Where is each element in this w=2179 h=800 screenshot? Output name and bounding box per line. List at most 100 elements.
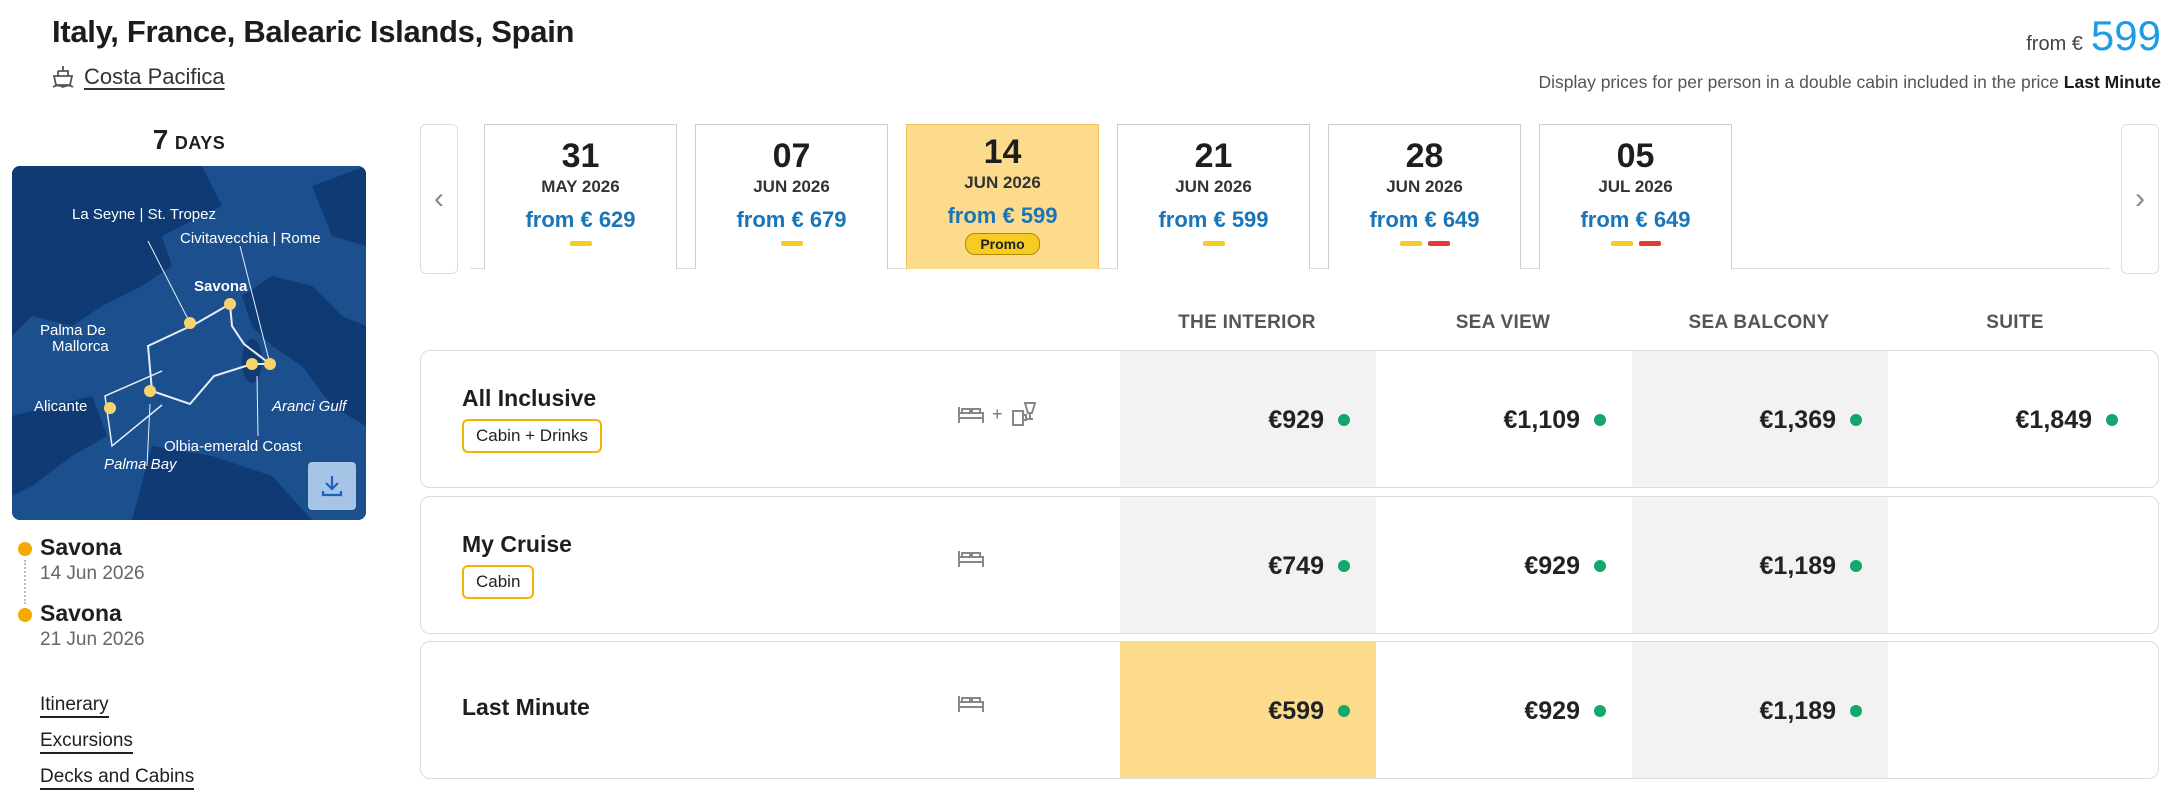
fare-badge: Cabin: [462, 565, 535, 599]
fare-row-my-cruise: My Cruise Cabin €749 €929 €1,189: [420, 496, 2159, 634]
date-card-05-jul[interactable]: 05 JUL 2026 from € 649: [1539, 124, 1732, 269]
available-dot-icon: [1338, 705, 1350, 717]
next-dates-button[interactable]: ›: [2121, 124, 2159, 274]
available-dot-icon: [1338, 414, 1350, 426]
fare-row-all-inclusive: All Inclusive Cabin + Drinks + €929 €1,1…: [420, 350, 2159, 488]
date-price: from € 649: [1369, 207, 1480, 232]
fare-name: My Cruise: [462, 531, 572, 557]
plus-sign: +: [992, 403, 1003, 424]
fare-name: Last Minute: [462, 694, 590, 720]
date-card-21-jun[interactable]: 21 JUN 2026 from € 599: [1117, 124, 1310, 269]
availability-bars: [1329, 241, 1520, 246]
itinerary-link[interactable]: Itinerary: [40, 694, 109, 718]
price-from-label: from €: [2026, 33, 2083, 55]
map-label-la-seyne: La Seyne | St. Tropez: [72, 206, 216, 223]
date-month: JUN 2026: [753, 177, 830, 196]
price-value: €1,109: [1503, 405, 1580, 434]
price-note: Display prices for per person in a doubl…: [1538, 72, 2161, 93]
price-from: from € 599: [2026, 12, 2161, 60]
port-dot-icon: [18, 542, 32, 556]
price-cell-suite: [1888, 642, 2144, 778]
promo-badge: Promo: [965, 233, 1040, 255]
date-month: JUL 2026: [1598, 177, 1673, 196]
chevron-left-icon: ‹: [434, 182, 444, 215]
availability-bar-yellow: [1610, 241, 1633, 246]
map-label-aranci-gulf: Aranci Gulf: [272, 398, 347, 415]
fare-icons: [956, 545, 986, 571]
date-month: JUN 2026: [1386, 177, 1463, 196]
price-cell-suite: [1888, 497, 2144, 633]
stop-date: 14 Jun 2026: [40, 563, 145, 584]
price-cell-suite[interactable]: €1,849: [1888, 351, 2144, 487]
date-day: 07: [772, 137, 811, 175]
date-price: from € 599: [1158, 207, 1269, 232]
map-download-button[interactable]: [308, 462, 356, 510]
itinerary-map[interactable]: La Seyne | St. Tropez Civitavecchia | Ro…: [12, 166, 366, 520]
price-value: €1,369: [1759, 405, 1836, 434]
col-header-suite: SUITE: [1986, 312, 2044, 333]
date-day: 21: [1194, 137, 1233, 175]
col-header-sea-balcony: SEA BALCONY: [1688, 312, 1830, 333]
drinks-icon: [1011, 402, 1036, 426]
bed-icon: [958, 407, 984, 423]
map-label-palma-bay: Palma Bay: [104, 456, 177, 473]
date-day: 28: [1405, 137, 1444, 175]
map-label-alicante: Alicante: [34, 398, 88, 415]
price-cell-sea-view[interactable]: €929: [1376, 497, 1632, 633]
price-from-value: 599: [2090, 12, 2161, 59]
date-card-31-may[interactable]: 31 MAY 2026 from € 629: [484, 124, 677, 269]
price-cell-sea-balcony[interactable]: €1,189: [1632, 497, 1888, 633]
ship-name[interactable]: Costa Pacifica: [84, 64, 225, 90]
stop-departure: Savona 14 Jun 2026: [18, 534, 145, 604]
available-dot-icon: [1594, 414, 1606, 426]
price-cell-sea-balcony[interactable]: €1,189: [1632, 642, 1888, 778]
availability-bars: [696, 241, 887, 246]
duration: 7 DAYS: [12, 124, 366, 156]
available-dot-icon: [1850, 705, 1862, 717]
date-card-07-jun[interactable]: 07 JUN 2026 from € 679: [695, 124, 888, 269]
date-month: JUN 2026: [964, 173, 1041, 192]
col-header-interior: THE INTERIOR: [1178, 312, 1316, 333]
cruise-links: Itinerary Excursions Decks and Cabins: [40, 694, 195, 800]
availability-bar-red: [1427, 241, 1450, 246]
price-cell-interior[interactable]: €749: [1120, 497, 1376, 633]
map-label-palma-de: Palma De: [40, 322, 106, 339]
stop-arrival: Savona 21 Jun 2026: [18, 600, 145, 666]
availability-bar-yellow: [1202, 241, 1225, 246]
availability-bars: [1118, 241, 1309, 246]
cruise-title: Italy, France, Balearic Islands, Spain: [52, 14, 575, 49]
days-label: DAYS: [174, 133, 226, 153]
available-dot-icon: [1594, 705, 1606, 717]
date-day: 31: [561, 137, 600, 175]
ship-link[interactable]: Costa Pacifica: [52, 64, 225, 90]
price-cell-sea-view[interactable]: €929: [1376, 642, 1632, 778]
available-dot-icon: [1850, 560, 1862, 572]
fare-row-last-minute: Last Minute €599 €929 €1,189: [420, 641, 2159, 779]
excursions-link[interactable]: Excursions: [40, 730, 133, 754]
chevron-right-icon: ›: [2135, 182, 2145, 215]
date-card-28-jun[interactable]: 28 JUN 2026 from € 649: [1328, 124, 1521, 269]
prev-dates-button[interactable]: ‹: [420, 124, 458, 274]
bed-icon: [958, 696, 984, 712]
map-label-savona: Savona: [194, 278, 248, 295]
date-month: MAY 2026: [541, 177, 620, 196]
price-note-text: Display prices for per person in a doubl…: [1538, 72, 2059, 92]
ship-icon: [52, 65, 74, 89]
price-value: €599: [1268, 696, 1324, 725]
port-dot-icon: [18, 608, 32, 622]
date-card-14-jun[interactable]: 14 JUN 2026 from € 599 Promo: [906, 124, 1099, 269]
price-cell-interior[interactable]: €929: [1120, 351, 1376, 487]
price-value: €929: [1524, 696, 1580, 725]
price-cell-interior[interactable]: €599: [1120, 642, 1376, 778]
date-day: 05: [1616, 137, 1655, 175]
availability-bars: [485, 241, 676, 246]
download-icon: [321, 476, 343, 497]
itinerary-stops: Savona 14 Jun 2026 Savona 21 Jun 2026: [18, 534, 145, 666]
decks-and-cabins-link[interactable]: Decks and Cabins: [40, 766, 195, 790]
availability-bar-yellow: [569, 241, 592, 246]
price-cell-sea-balcony[interactable]: €1,369: [1632, 351, 1888, 487]
date-price: from € 649: [1580, 207, 1691, 232]
stop-date: 21 Jun 2026: [40, 629, 145, 650]
price-cell-sea-view[interactable]: €1,109: [1376, 351, 1632, 487]
date-price: from € 629: [525, 207, 636, 232]
